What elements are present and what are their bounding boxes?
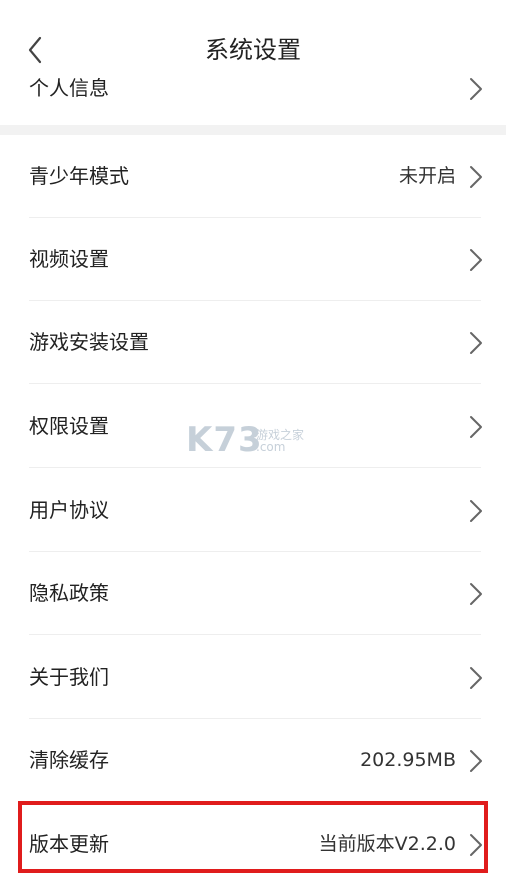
cache-size-value: 202.95MB [360,749,456,771]
row-privacy-policy[interactable]: 隐私政策 [0,552,506,635]
row-label: 个人信息 [29,76,109,100]
row-value: 未开启 [398,165,456,187]
chevron-right-icon [470,416,482,438]
chevron-right-icon [470,583,482,605]
row-label: 青少年模式 [29,164,129,188]
chevron-right-icon [470,834,482,856]
row-label: 游戏安装设置 [29,330,149,354]
row-label: 用户协议 [29,498,109,522]
chevron-right-icon [470,500,482,522]
chevron-right-icon [470,78,482,100]
watermark-line2: .com [256,440,286,454]
row-label: 视频设置 [29,247,109,271]
row-label: 版本更新 [29,832,109,856]
version-value: 当前版本V2.2.0 [318,833,456,855]
row-about-us[interactable]: 关于我们 [0,636,506,719]
watermark-brand: K73 [186,420,263,460]
chevron-right-icon [470,166,482,188]
row-game-install-settings[interactable]: 游戏安装设置 [0,301,506,384]
row-user-agreement[interactable]: 用户协议 [0,469,506,552]
section-gap [0,125,506,135]
row-label: 关于我们 [29,665,109,689]
row-label: 隐私政策 [29,581,109,605]
row-version-update[interactable]: 版本更新 当前版本V2.2.0 [0,803,506,886]
divider [29,634,481,635]
chevron-right-icon [470,667,482,689]
chevron-right-icon [470,750,482,772]
k73-watermark: K73 游戏之家 .com [186,420,321,462]
divider [29,383,481,384]
divider [29,467,481,468]
row-clear-cache[interactable]: 清除缓存 202.95MB [0,719,506,802]
chevron-right-icon [470,249,482,271]
row-label: 权限设置 [29,414,109,438]
row-personal-info[interactable]: 个人信息 [0,48,506,128]
row-teen-mode[interactable]: 青少年模式 未开启 [0,135,506,218]
row-video-settings[interactable]: 视频设置 [0,218,506,301]
chevron-right-icon [470,332,482,354]
row-label: 清除缓存 [29,748,109,772]
